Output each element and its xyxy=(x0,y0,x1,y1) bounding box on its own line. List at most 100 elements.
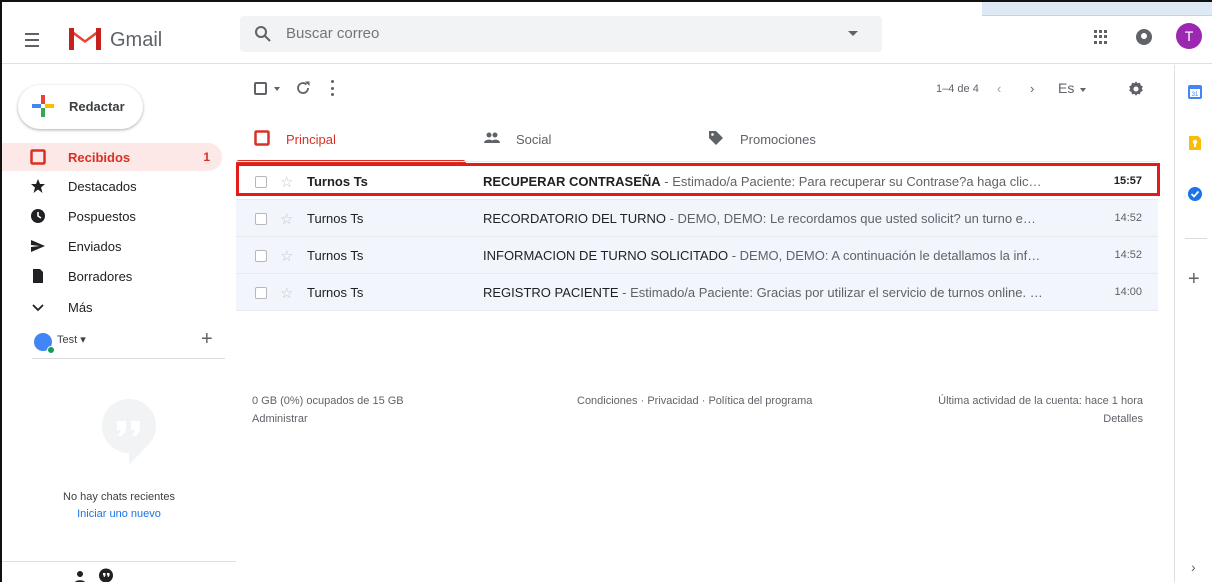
sidebar-item-label: Destacados xyxy=(68,179,137,194)
search-options-caret-icon[interactable] xyxy=(848,31,858,36)
main-content: 1–4 de 4 ‹ › Es Principal Social Promoci… xyxy=(236,65,1174,582)
sidebar-item-pospuestos[interactable]: Pospuestos xyxy=(2,202,222,230)
hangouts-user[interactable]: Test ▾ + xyxy=(2,323,236,363)
keep-icon[interactable] xyxy=(1188,136,1202,150)
email-sender: Turnos Ts xyxy=(307,285,364,300)
search-input[interactable] xyxy=(286,25,806,42)
email-subject-snippet: REGISTRO PACIENTE - Estimado/a Paciente:… xyxy=(483,285,1043,300)
row-checkbox[interactable] xyxy=(255,250,267,262)
hangouts-quote-icon xyxy=(102,399,156,465)
divider xyxy=(32,358,225,359)
sidebar-item-label: Pospuestos xyxy=(68,209,136,224)
add-chat-plus-icon[interactable]: + xyxy=(201,328,213,351)
list-toolbar: 1–4 de 4 ‹ › Es xyxy=(236,65,1174,113)
select-all-checkbox[interactable] xyxy=(254,82,267,95)
online-status-dot xyxy=(47,346,55,354)
star-icon xyxy=(31,179,45,193)
email-subject: REGISTRO PACIENTE xyxy=(483,285,619,300)
inbox-icon xyxy=(30,149,46,165)
previous-page-button[interactable]: ‹ xyxy=(997,81,1001,96)
email-snippet: - Estimado/a Paciente: Gracias por utili… xyxy=(618,285,1043,300)
apps-grid-icon[interactable] xyxy=(1094,30,1108,44)
email-row[interactable]: ☆ Turnos Ts RECUPERAR CONTRASEÑA - Estim… xyxy=(236,163,1160,200)
next-page-button[interactable]: › xyxy=(1030,81,1034,96)
tag-icon xyxy=(709,131,723,145)
refresh-icon[interactable] xyxy=(295,80,311,96)
email-time: 14:52 xyxy=(1114,249,1142,261)
gear-icon[interactable] xyxy=(1128,81,1144,97)
tasks-icon[interactable] xyxy=(1188,187,1202,201)
email-row[interactable]: ☆ Turnos Ts INFORMACION DE TURNO SOLICIT… xyxy=(236,237,1158,274)
row-checkbox[interactable] xyxy=(255,213,267,225)
email-time: 14:52 xyxy=(1114,212,1142,224)
email-sender: Turnos Ts xyxy=(307,174,368,189)
email-sender: Turnos Ts xyxy=(307,211,364,226)
gmail-window: Gmail T Redactar xyxy=(0,0,1212,582)
email-row[interactable]: ☆ Turnos Ts REGISTRO PACIENTE - Estimado… xyxy=(236,274,1158,311)
svg-text:31: 31 xyxy=(1192,92,1199,98)
sidebar-item-destacados[interactable]: Destacados xyxy=(2,172,222,200)
gmail-brand-label[interactable]: Gmail xyxy=(110,29,162,52)
left-sidebar: Redactar Recibidos 1 Destacados Pospuest… xyxy=(2,65,236,582)
gmail-logo-icon[interactable] xyxy=(67,24,103,52)
sidebar-item-label: Recibidos xyxy=(68,150,131,165)
sidebar-item-recibidos[interactable]: Recibidos 1 xyxy=(2,143,222,171)
manage-storage-link[interactable]: Administrar xyxy=(252,413,308,425)
email-time: 15:57 xyxy=(1113,175,1142,187)
sidebar-item-mas[interactable]: Más xyxy=(2,293,222,321)
more-options-icon[interactable] xyxy=(331,80,335,96)
tab-principal[interactable]: Principal xyxy=(236,118,466,163)
pagination-count: 1–4 de 4 xyxy=(936,83,979,95)
input-language-button[interactable]: Es xyxy=(1058,80,1074,96)
divider xyxy=(236,161,1158,162)
side-panel-rail: 31 + › xyxy=(1174,65,1212,582)
window-corner-tab xyxy=(982,2,1212,16)
email-row[interactable]: ☆ Turnos Ts RECORDATORIO DEL TURNO - DEM… xyxy=(236,200,1158,237)
star-toggle-icon[interactable]: ☆ xyxy=(280,173,293,191)
main-menu-button[interactable] xyxy=(18,26,46,54)
account-avatar[interactable]: T xyxy=(1176,23,1202,49)
star-toggle-icon[interactable]: ☆ xyxy=(280,247,293,265)
activity-details-link[interactable]: Detalles xyxy=(1103,413,1143,425)
last-activity-text: Última actividad de la cuenta: hace 1 ho… xyxy=(938,395,1143,407)
tab-social[interactable]: Social xyxy=(466,118,696,160)
divider xyxy=(1185,238,1207,239)
email-snippet: - Estimado/a Paciente: Para recuperar su… xyxy=(664,174,1043,189)
divider xyxy=(2,561,236,562)
sidebar-item-label: Borradores xyxy=(68,269,133,284)
chevron-down-icon xyxy=(32,304,44,312)
sidebar-item-label: Más xyxy=(68,300,93,315)
row-checkbox[interactable] xyxy=(255,176,267,188)
hangouts-chat-icon[interactable] xyxy=(98,568,114,582)
tab-promociones[interactable]: Promociones xyxy=(690,118,920,160)
compose-label: Redactar xyxy=(69,99,125,114)
no-chats-message: No hay chats recientes xyxy=(63,491,175,503)
sidebar-item-enviados[interactable]: Enviados xyxy=(2,232,222,260)
email-subject: RECORDATORIO DEL TURNO xyxy=(483,211,666,226)
tab-label: Promociones xyxy=(740,132,816,147)
row-checkbox[interactable] xyxy=(255,287,267,299)
search-bar[interactable] xyxy=(240,16,882,52)
select-options-caret-icon[interactable] xyxy=(274,87,280,91)
search-icon[interactable] xyxy=(254,25,272,43)
sidebar-item-borradores[interactable]: Borradores xyxy=(2,262,222,290)
expand-panel-chevron-icon[interactable]: › xyxy=(1191,559,1196,575)
inbox-icon xyxy=(254,130,270,146)
star-toggle-icon[interactable]: ☆ xyxy=(280,210,293,228)
language-caret-icon[interactable] xyxy=(1080,88,1086,92)
email-subject-snippet: RECORDATORIO DEL TURNO - DEMO, DEMO: Le … xyxy=(483,211,1043,226)
hangouts-user-name[interactable]: Test ▾ xyxy=(57,333,86,346)
terms-links[interactable]: Condiciones · Privacidad · Política del … xyxy=(577,395,812,407)
tab-label: Social xyxy=(516,132,552,147)
calendar-icon[interactable]: 31 xyxy=(1188,85,1202,99)
email-subject-snippet: RECUPERAR CONTRASEÑA - Estimado/a Pacien… xyxy=(483,174,1043,189)
storage-usage: 0 GB (0%) ocupados de 15 GB xyxy=(252,395,404,407)
star-toggle-icon[interactable]: ☆ xyxy=(280,284,293,302)
email-snippet: - DEMO, DEMO: A continuación le detallam… xyxy=(731,248,1043,263)
notifications-icon[interactable] xyxy=(1136,29,1152,45)
person-icon[interactable] xyxy=(74,570,86,582)
sidebar-item-label: Enviados xyxy=(68,239,122,254)
start-new-chat-link[interactable]: Iniciar uno nuevo xyxy=(2,508,236,520)
compose-button[interactable]: Redactar xyxy=(18,85,143,129)
get-addons-plus-icon[interactable]: + xyxy=(1188,268,1200,291)
